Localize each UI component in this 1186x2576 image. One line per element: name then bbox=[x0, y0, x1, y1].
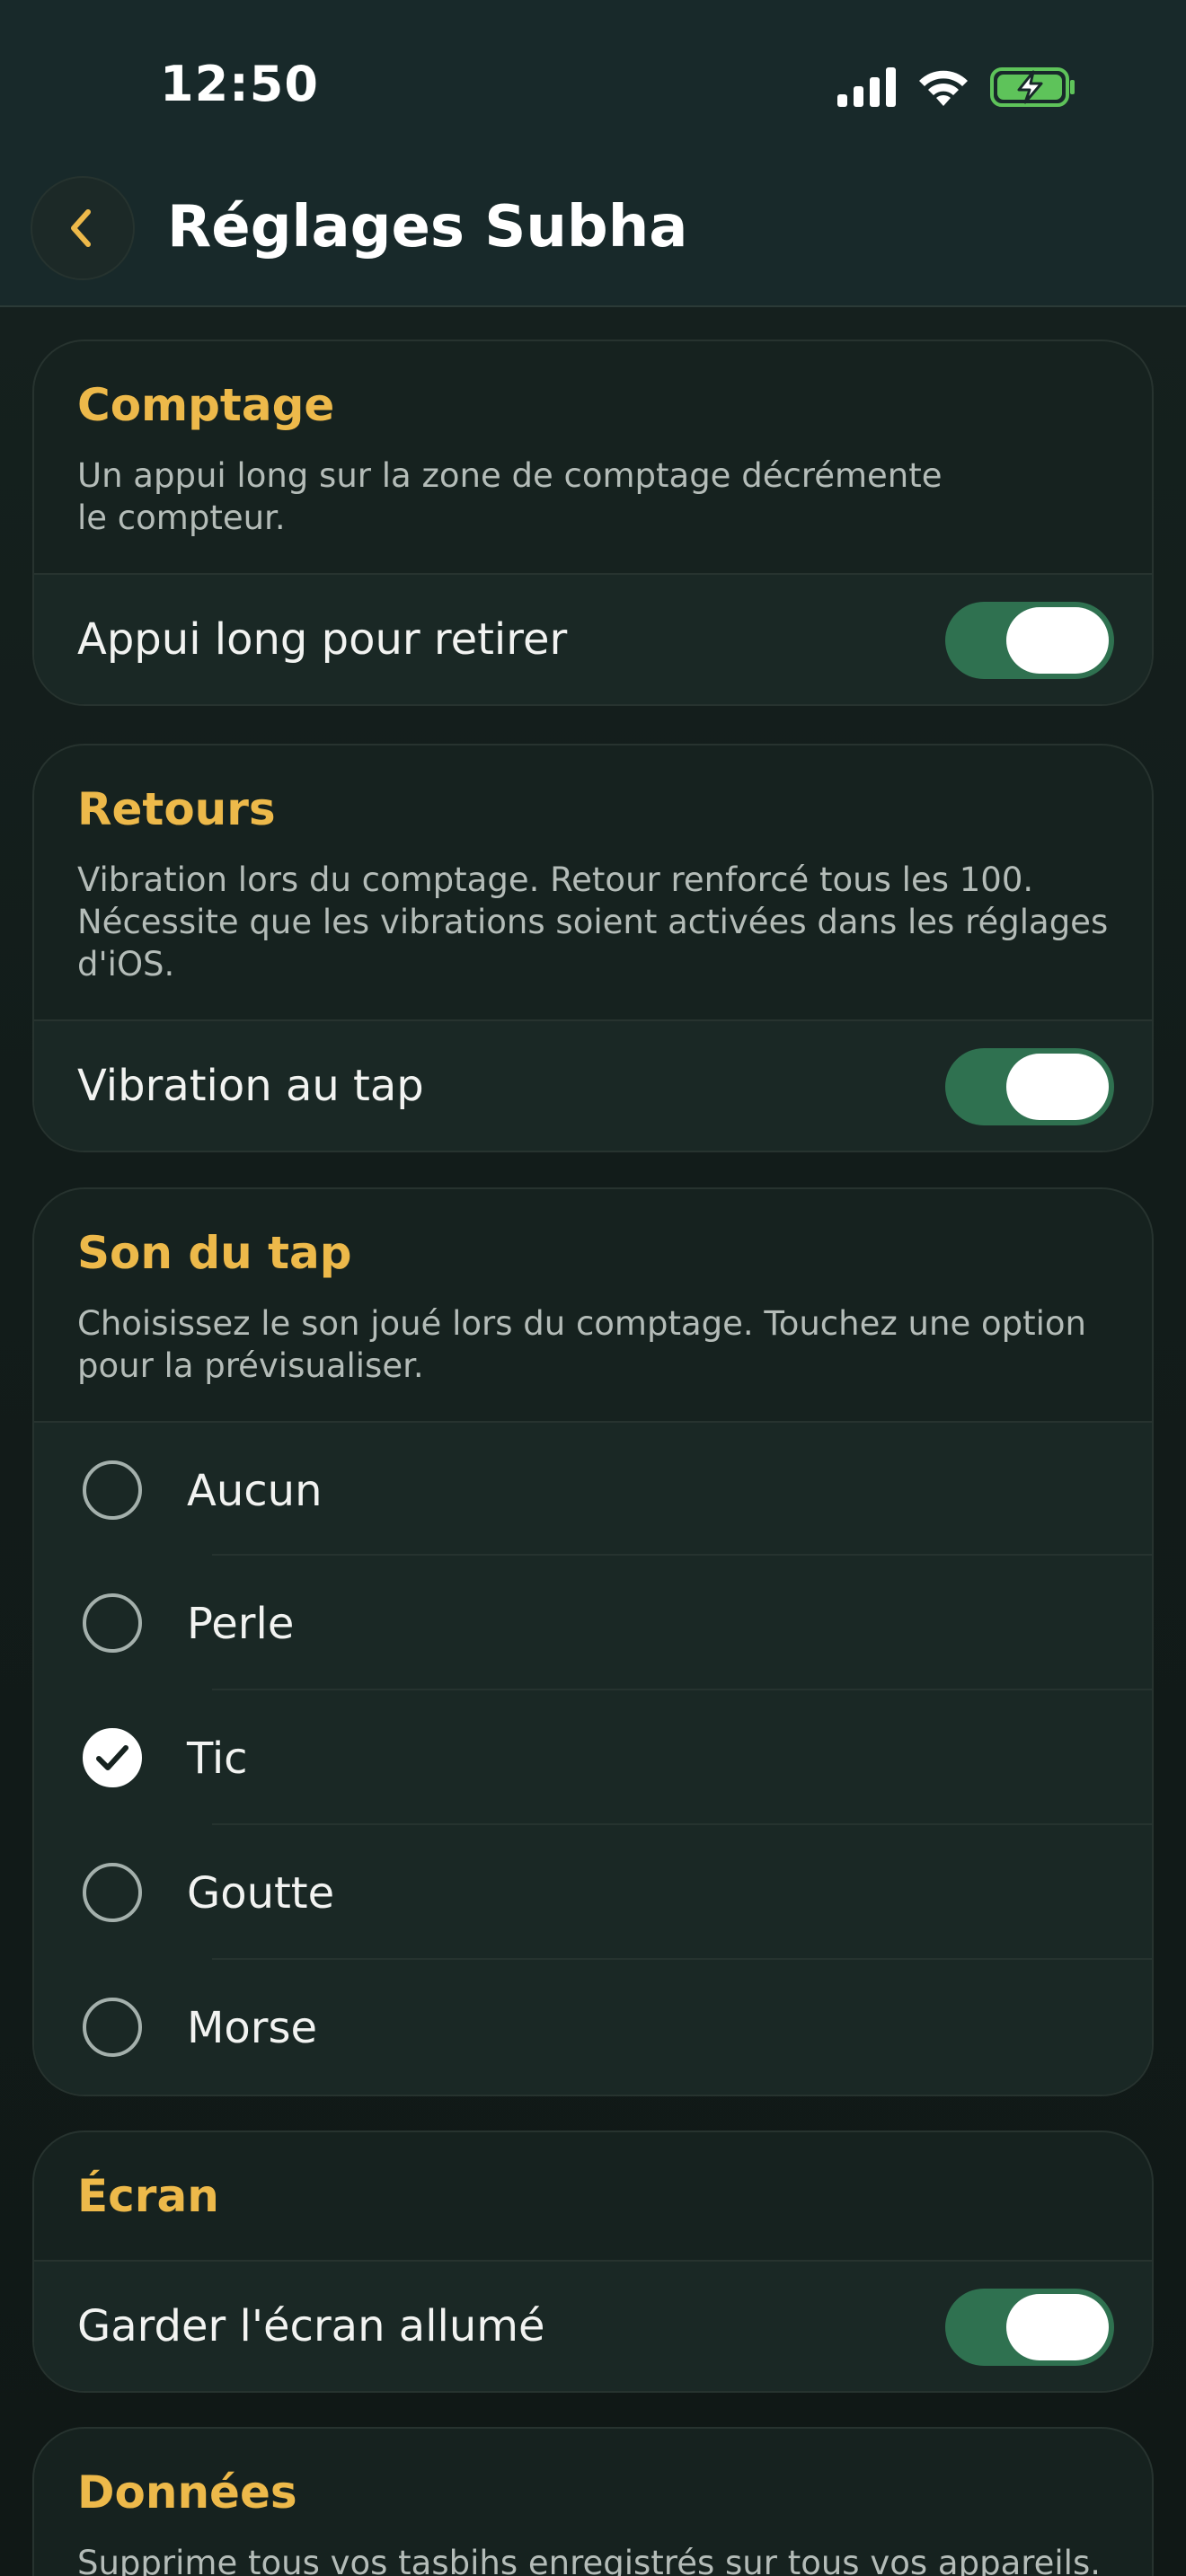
sound-option-label: Tic bbox=[187, 1734, 248, 1784]
keep-screen-on-row[interactable]: Garder l'écran allumé bbox=[34, 2260, 1152, 2391]
wifi-icon bbox=[919, 70, 968, 106]
keep-screen-on-toggle[interactable] bbox=[945, 2289, 1114, 2366]
long-press-row[interactable]: Appui long pour retirer bbox=[34, 573, 1152, 704]
tap-sound-card: Son du tap Choisissez le son joué lors d… bbox=[32, 1187, 1154, 2096]
battery-charging-icon bbox=[990, 67, 1075, 107]
data-title: Données bbox=[77, 2466, 297, 2519]
data-card: Données Supprime tous vos tasbihs enregi… bbox=[32, 2427, 1154, 2576]
status-icons bbox=[837, 63, 1076, 111]
settings-screen: 12:50 Réglages Subha Comptage Un appui l… bbox=[0, 0, 1186, 2576]
counting-card: Comptage Un appui long sur la zone de co… bbox=[32, 340, 1154, 706]
radio-unchecked-icon bbox=[83, 1998, 142, 2057]
counting-title: Comptage bbox=[77, 379, 335, 431]
radio-unchecked-icon bbox=[83, 1593, 142, 1653]
chevron-left-icon bbox=[71, 209, 91, 247]
sound-option-tic[interactable]: Tic bbox=[34, 1690, 1152, 1825]
radio-unchecked-icon bbox=[83, 1863, 142, 1922]
screen-card: Écran Garder l'écran allumé bbox=[32, 2130, 1154, 2393]
toggle-knob bbox=[1006, 607, 1109, 674]
tap-sound-title: Son du tap bbox=[77, 1227, 352, 1279]
screen-header: Écran bbox=[34, 2132, 1152, 2260]
sound-option-morse[interactable]: Morse bbox=[34, 1960, 1152, 2095]
status-bar: 12:50 bbox=[0, 0, 1186, 162]
sound-option-label: Morse bbox=[187, 2003, 318, 2053]
sound-option-label: Goutte bbox=[187, 1868, 335, 1919]
sound-option-perle[interactable]: Perle bbox=[34, 1556, 1152, 1690]
counting-description: Un appui long sur la zone de comptage dé… bbox=[77, 456, 943, 537]
tap-sound-description: Choisissez le son joué lors du comptage.… bbox=[77, 1304, 1086, 1385]
navigation-bar: Réglages Subha bbox=[0, 162, 1186, 307]
sound-option-aucun[interactable]: Aucun bbox=[34, 1421, 1152, 1556]
feedback-description: Vibration lors du comptage. Retour renfo… bbox=[77, 860, 1109, 984]
screen-title: Écran bbox=[77, 2170, 219, 2222]
sound-option-goutte[interactable]: Goutte bbox=[34, 1825, 1152, 1960]
radio-checked-icon bbox=[83, 1728, 142, 1787]
checkmark-icon bbox=[96, 1745, 128, 1770]
sound-option-label: Perle bbox=[187, 1599, 295, 1649]
vibration-label: Vibration au tap bbox=[77, 1061, 424, 1111]
back-button[interactable] bbox=[31, 176, 135, 280]
keep-screen-on-label: Garder l'écran allumé bbox=[77, 2301, 545, 2351]
feedback-card: Retours Vibration lors du comptage. Reto… bbox=[32, 744, 1154, 1152]
data-header: Données Supprime tous vos tasbihs enregi… bbox=[34, 2429, 1152, 2576]
vibration-toggle[interactable] bbox=[945, 1048, 1114, 1125]
vibration-row[interactable]: Vibration au tap bbox=[34, 1019, 1152, 1151]
tap-sound-header: Son du tap Choisissez le son joué lors d… bbox=[34, 1189, 1152, 1421]
long-press-toggle[interactable] bbox=[945, 602, 1114, 679]
status-time: 12:50 bbox=[160, 56, 319, 112]
feedback-header: Retours Vibration lors du comptage. Reto… bbox=[34, 745, 1152, 1019]
sound-option-label: Aucun bbox=[187, 1466, 323, 1516]
long-press-label: Appui long pour retirer bbox=[77, 614, 568, 665]
data-description: Supprime tous vos tasbihs enregistrés su… bbox=[77, 2544, 1101, 2576]
toggle-knob bbox=[1006, 2294, 1109, 2360]
toggle-knob bbox=[1006, 1054, 1109, 1120]
counting-header: Comptage Un appui long sur la zone de co… bbox=[34, 341, 1152, 573]
feedback-title: Retours bbox=[77, 783, 276, 835]
radio-unchecked-icon bbox=[83, 1460, 142, 1520]
page-title: Réglages Subha bbox=[167, 194, 688, 260]
cellular-signal-icon bbox=[837, 67, 896, 107]
